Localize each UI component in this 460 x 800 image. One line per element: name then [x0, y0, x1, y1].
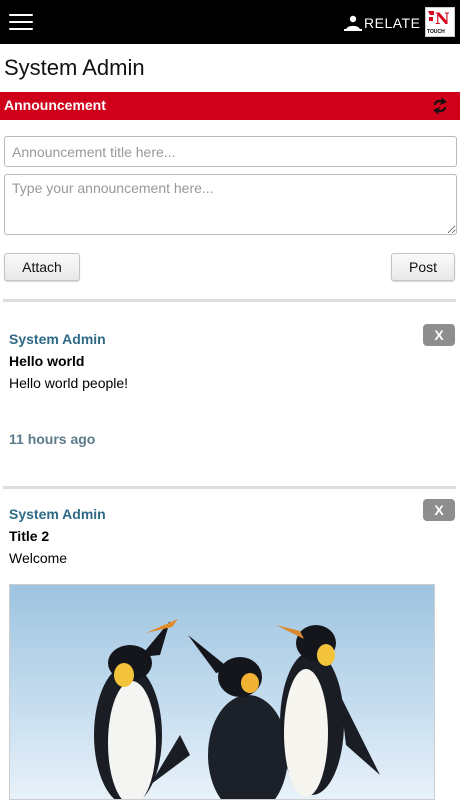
delete-post-button[interactable]: X — [423, 324, 455, 346]
menu-icon[interactable] — [9, 14, 33, 30]
brand-label: RELATE — [364, 15, 421, 31]
announcement-body-input[interactable] — [4, 174, 457, 235]
intouch-logo: N TOUCH — [425, 7, 455, 37]
post-author[interactable]: System Admin — [9, 331, 106, 347]
feed-post: System Admin Hello world Hello world peo… — [0, 324, 460, 471]
post-body: Hello world people! — [9, 375, 129, 391]
post-title: Title 2 — [9, 528, 50, 544]
post-body: Welcome — [9, 550, 68, 566]
people-icon — [344, 15, 362, 31]
top-app-bar: RELATE N TOUCH — [0, 0, 460, 44]
penguins-photo[interactable] — [9, 584, 435, 800]
attach-button[interactable]: Attach — [4, 253, 80, 281]
post-author[interactable]: System Admin — [9, 506, 106, 522]
relate-brand[interactable]: RELATE — [344, 14, 420, 32]
refresh-icon[interactable] — [430, 96, 450, 116]
post-button[interactable]: Post — [391, 253, 455, 281]
announcement-header: Announcement — [0, 92, 460, 120]
logo-text: TOUCH — [427, 29, 445, 35]
post-title: Hello world — [9, 353, 85, 369]
page-title: System Admin — [4, 55, 145, 80]
announcement-header-label: Announcement — [4, 97, 106, 113]
divider — [3, 486, 456, 489]
feed-post: System Admin Title 2 Welcome X — [0, 499, 460, 586]
divider — [3, 299, 456, 302]
delete-post-button[interactable]: X — [423, 499, 455, 521]
announcement-title-input[interactable] — [4, 136, 457, 167]
post-timestamp: 11 hours ago — [9, 431, 96, 447]
